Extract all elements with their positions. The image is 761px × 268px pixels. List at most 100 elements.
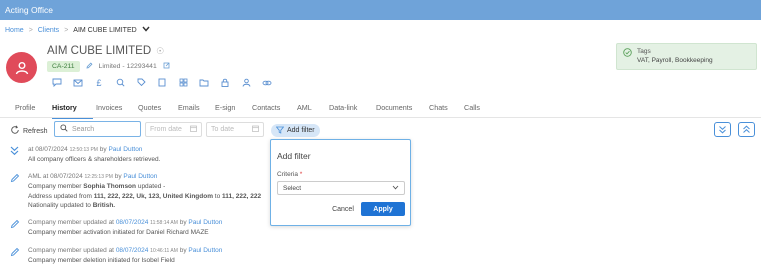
chevron-down-icon	[392, 185, 399, 192]
client-name-row: AIM CUBE LIMITED ☉	[47, 45, 164, 57]
filter-icon	[275, 126, 285, 136]
company-info: Limited - 12293441	[98, 63, 157, 70]
app-title-bar: Acting Office	[0, 0, 761, 20]
entry-time: 10:46:11 AM	[150, 248, 178, 254]
add-filter-label: Add filter	[287, 127, 315, 134]
criteria-label-text: Criteria	[277, 171, 298, 178]
from-date-placeholder: From date	[150, 126, 182, 133]
entry-member-name: Sophia Thomson	[83, 183, 137, 191]
tags-label: Tags	[637, 48, 651, 55]
info-icon[interactable]: ☉	[156, 46, 164, 57]
entry-nationality-prefix: Nationality updated to	[28, 201, 91, 209]
criteria-label: Criteria *	[277, 171, 302, 178]
pound-icon[interactable]: £	[93, 78, 105, 88]
entry-prefix: at	[28, 146, 34, 153]
chat-icon[interactable]	[51, 78, 63, 87]
client-avatar	[6, 52, 37, 83]
entry-text: Company member activation initiated for …	[28, 229, 209, 237]
search-input[interactable]: Search	[54, 121, 141, 137]
user-icon[interactable]	[240, 78, 252, 87]
client-name: AIM CUBE LIMITED	[47, 45, 152, 57]
pencil-icon	[10, 172, 22, 210]
document-icon[interactable]	[156, 78, 168, 87]
history-entry: Company member updated at 08/07/2024 11:…	[10, 218, 222, 238]
lock-icon[interactable]	[219, 78, 231, 87]
cancel-button[interactable]: Cancel	[328, 202, 358, 216]
add-filter-button[interactable]: Add filter	[271, 124, 320, 137]
breadcrumb-home[interactable]: Home	[5, 27, 24, 34]
folder-icon[interactable]	[198, 78, 210, 87]
tag-icon[interactable]	[135, 78, 147, 87]
collapse-all-button[interactable]	[738, 122, 755, 137]
to-date-field[interactable]: To date	[206, 122, 264, 137]
entry-user-link[interactable]: Paul Dutton	[123, 173, 157, 180]
client-id-row: CA-211 Limited - 12293441	[47, 61, 170, 72]
tags-value: VAT, Payroll, Bookkeeping	[637, 57, 713, 64]
history-entry: Company member updated at 08/07/2024 10:…	[10, 246, 222, 266]
pencil-icon	[10, 218, 22, 238]
link-icon[interactable]	[163, 62, 170, 71]
entry-address-prefix: Address updated from	[28, 192, 92, 200]
check-circle-icon	[623, 48, 632, 65]
entry-time: 12:50:13 PM	[69, 147, 98, 153]
search-icon	[60, 124, 68, 134]
entry-text: Company member deletion initiated for Is…	[28, 257, 175, 265]
refresh-label: Refresh	[23, 127, 48, 135]
entry-user-link[interactable]: Paul Dutton	[188, 219, 222, 226]
entry-prefix: Company member updated at	[28, 219, 114, 226]
entry-time: 12:25:13 PM	[84, 174, 113, 180]
entry-by: by	[179, 247, 187, 254]
entry-member-prefix: Company member	[28, 183, 82, 191]
chevron-down-icon[interactable]	[142, 26, 150, 34]
entry-by: by	[114, 173, 122, 180]
breadcrumb-clients[interactable]: Clients	[38, 27, 59, 34]
tags-box: Tags VAT, Payroll, Bookkeeping	[616, 43, 757, 70]
chevron-right-icon: >	[28, 26, 33, 34]
entry-date: 08/07/2024	[50, 173, 83, 180]
from-date-field[interactable]: From date	[145, 122, 202, 137]
refresh-button[interactable]: Refresh	[10, 125, 48, 137]
entry-user-link[interactable]: Paul Dutton	[108, 146, 142, 153]
search-icon[interactable]	[114, 78, 126, 87]
history-entry: at 08/07/2024 12:50:13 PM by Paul Dutton…	[10, 145, 160, 165]
required-marker: *	[299, 171, 303, 178]
entry-address-from: 111, 222, 222, Uk, 123, United Kingdom	[93, 192, 213, 200]
criteria-select[interactable]: Select	[277, 181, 405, 195]
entry-member-suffix: updated -	[137, 183, 166, 191]
entry-address-to-word: to	[214, 192, 221, 200]
calendar-icon[interactable]	[190, 125, 197, 134]
breadcrumb-current: AIM CUBE LIMITED	[73, 26, 137, 34]
entry-prefix: AML at	[28, 173, 49, 180]
expand-all-button[interactable]	[714, 122, 731, 137]
criteria-select-value: Select	[283, 184, 302, 192]
link-icon[interactable]	[261, 78, 273, 87]
pencil-icon	[10, 246, 22, 266]
client-action-icons: £	[51, 78, 273, 88]
edit-icon[interactable]	[86, 62, 93, 71]
chevron-right-icon: >	[64, 26, 69, 34]
app-title: Acting Office	[5, 5, 54, 15]
double-chevron-down-icon	[10, 145, 22, 165]
breadcrumb: Home > Clients > AIM CUBE LIMITED	[5, 26, 150, 34]
grid-icon[interactable]	[177, 78, 189, 87]
add-filter-panel: Add filter Criteria * Select Cancel Appl…	[270, 139, 411, 226]
client-code-badge: CA-211	[47, 61, 80, 72]
entry-address-to: 111, 222, 222	[222, 192, 262, 200]
double-chevron-up-icon	[743, 125, 750, 133]
entry-user-link[interactable]: Paul Dutton	[188, 247, 222, 254]
entry-time: 11:58:14 AM	[150, 220, 178, 226]
filter-panel-title: Add filter	[277, 151, 311, 161]
history-entry: AML at 08/07/2024 12:25:13 PM by Paul Du…	[10, 172, 261, 210]
tab-divider	[0, 117, 761, 118]
entry-date: 08/07/2024	[115, 247, 149, 254]
entry-by: by	[179, 219, 187, 226]
entry-by: by	[99, 146, 107, 153]
to-date-placeholder: To date	[211, 126, 234, 133]
apply-button[interactable]: Apply	[361, 202, 405, 216]
calendar-icon[interactable]	[252, 125, 259, 134]
refresh-icon	[10, 125, 20, 137]
entry-text: All company officers & shareholders retr…	[28, 156, 161, 164]
double-chevron-down-icon	[719, 126, 726, 134]
email-icon[interactable]	[72, 78, 84, 87]
entry-date: 08/07/2024	[115, 219, 149, 226]
